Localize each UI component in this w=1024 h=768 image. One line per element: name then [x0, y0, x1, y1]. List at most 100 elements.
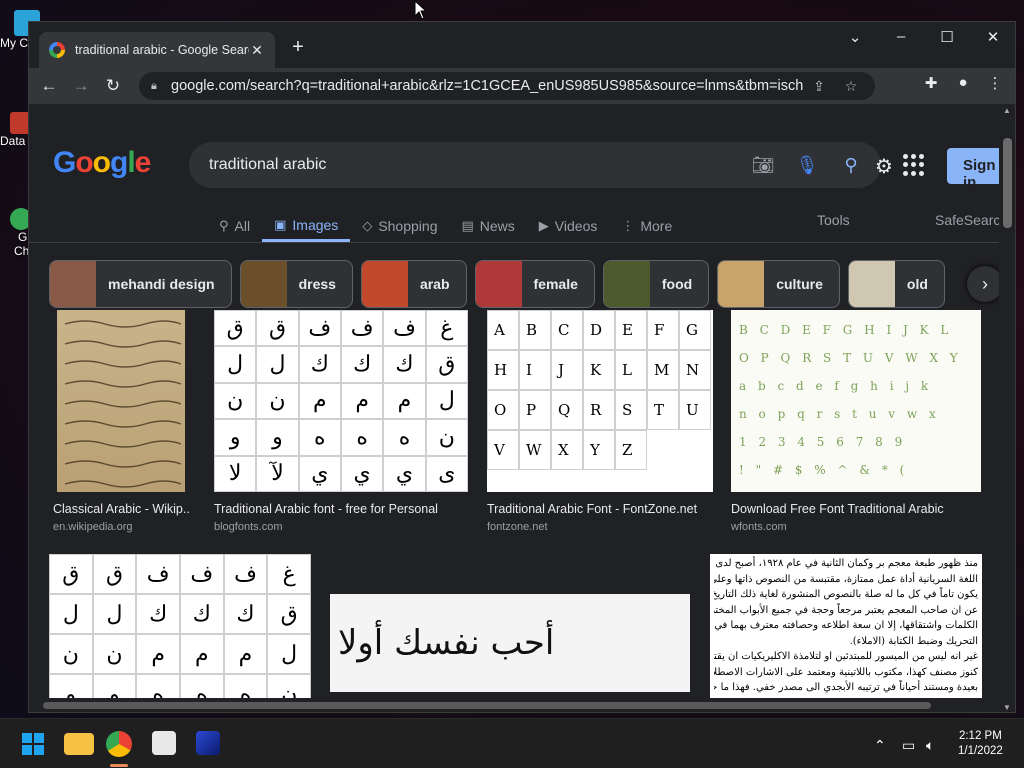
chip-mehandi-design[interactable]: mehandi design — [49, 260, 232, 308]
network-icon[interactable]: ▭ — [902, 737, 915, 754]
mouse-cursor-icon — [414, 0, 428, 20]
vertical-scrollbar[interactable]: ▲ ▼ — [999, 104, 1015, 712]
safesearch-button[interactable]: SafeSearch — [935, 212, 1001, 228]
tab-label: News — [479, 218, 515, 234]
reload-icon[interactable]: ↻ — [97, 76, 129, 96]
tab-news[interactable]: ▤ News — [449, 210, 526, 242]
glyph-cell: ق — [92, 554, 137, 594]
back-arrow-icon[interactable]: ← — [33, 76, 65, 96]
glyph-cell: ل — [267, 634, 311, 674]
tab-videos[interactable]: ▶ Videos — [527, 210, 610, 242]
glyph-cell: ه — [383, 419, 426, 456]
font-sample-row: O P Q R S T U V W X Y — [739, 351, 962, 365]
search-box[interactable]: traditional arabic 📷︎ 🎙︎ ⚲ — [189, 142, 881, 188]
newspaper-line: كنوز مصنف كهذا، مكتوب باللاتينية ومعتمد … — [714, 666, 978, 678]
extensions-puzzle-icon[interactable]: ✚ — [915, 74, 947, 92]
chevron-right-icon[interactable]: › — [967, 266, 1001, 302]
share-icon[interactable]: ⇪ — [803, 78, 835, 95]
scroll-up-icon[interactable]: ▲ — [1003, 106, 1011, 115]
scrollbar-thumb[interactable] — [43, 702, 931, 709]
chip-arab[interactable]: arab — [360, 260, 467, 308]
chip-thumbnail — [240, 261, 287, 307]
letter-cell: C — [551, 310, 583, 350]
result-card[interactable]: ABCDEFG HIJKLMN OPQRSTU VWXYZ Traditional A… — [487, 310, 713, 533]
maximize-button[interactable]: ☐ — [929, 28, 965, 46]
scroll-down-icon[interactable]: ▼ — [1003, 703, 1011, 712]
result-card[interactable]: ق ق ف ف ف غ ل ل ك ك ك ق ن ن م م م ل و و ه ه ه ن لا لآ ي ي ي ى Traditi… — [214, 310, 468, 533]
letter-cell: G — [679, 310, 711, 350]
logo-letter: g — [110, 146, 128, 179]
camera-lens-icon[interactable]: 📷︎ — [741, 155, 785, 176]
store-icon[interactable] — [152, 731, 176, 755]
letter-cell: W — [519, 430, 551, 470]
tools-button[interactable]: Tools — [817, 212, 850, 228]
tab-shopping[interactable]: ◇ Shopping — [350, 210, 449, 242]
tab-close-icon[interactable]: ✕ — [249, 42, 265, 59]
logo-letter: e — [134, 146, 152, 179]
sign-in-button[interactable]: Sign in — [947, 148, 1001, 191]
horizontal-scrollbar[interactable] — [29, 698, 1001, 712]
taskbar: ⌃ ▭ 🔈︎ 2:12 PM 1/1/2022 — [0, 718, 1024, 768]
result-title[interactable]: Download Free Font Traditional Arabic — [731, 502, 981, 516]
glyph-cell: ن — [256, 382, 299, 420]
scrollbar-thumb[interactable] — [1003, 138, 1012, 228]
chip-label: culture — [776, 276, 823, 292]
chip-food[interactable]: food — [602, 260, 710, 308]
font-sample-row: B C D E F G H I J K L — [739, 323, 953, 337]
glyph-cell: م — [298, 382, 341, 420]
result-image-glyph-grid: ق ق ف ف ف غ ل ل ك ك ك ق ن ن م م م ل و و ه ه ه ن لا لآ ي ي ي ى — [214, 310, 468, 492]
result-title[interactable]: Classical Arabic - Wikip... — [53, 502, 189, 516]
app-icon[interactable] — [196, 731, 220, 755]
tab-more[interactable]: ⋮ More — [609, 210, 684, 242]
glyph-cell: ق — [49, 554, 93, 594]
chip-thumbnail — [475, 261, 522, 307]
chip-thumbnail — [603, 261, 650, 307]
glyph-cell: ل — [92, 594, 137, 634]
browser-tab[interactable]: traditional arabic - Google Search ✕ — [39, 32, 275, 68]
minimize-button[interactable]: – — [883, 28, 919, 45]
glyph-cell: ق — [256, 310, 299, 347]
search-query-input[interactable]: traditional arabic — [209, 156, 741, 174]
chrome-taskbar-icon[interactable] — [106, 731, 132, 757]
result-card[interactable]: Classical Arabic - Wikip... en.wikipedia… — [53, 310, 189, 533]
tab-all[interactable]: ⚲ All — [207, 210, 262, 242]
volume-icon[interactable]: 🔈︎ — [926, 737, 934, 754]
chip-label: arab — [419, 276, 450, 292]
result-card[interactable]: منذ ظهور طبعة معجم بر وكمان الثانية في ع… — [710, 554, 982, 712]
google-apps-icon[interactable] — [903, 154, 925, 176]
result-title[interactable]: Traditional Arabic Font - FontZone.net — [487, 502, 713, 516]
microphone-icon[interactable]: 🎙︎ — [785, 155, 829, 176]
chip-dress[interactable]: dress — [239, 260, 353, 308]
glyph-cell: ق — [425, 346, 468, 383]
result-card[interactable]: B C D E F G H I J K L O P Q R S T U V W X… — [731, 310, 981, 533]
chip-female[interactable]: female — [474, 260, 595, 308]
newspaper-line: التحريك وضبط الكتابة (الاملاء). — [849, 635, 978, 647]
result-card[interactable]: أحب نفسك أولا — [330, 594, 690, 692]
address-bar[interactable]: 🔒︎ google.com/search?q=traditional+arabi… — [139, 72, 875, 100]
file-explorer-icon[interactable] — [64, 733, 94, 755]
bookmark-star-icon[interactable]: ☆ — [835, 78, 867, 95]
letter-cell: D — [583, 310, 615, 350]
clock[interactable]: 2:12 PM 1/1/2022 — [958, 729, 1003, 759]
result-title[interactable]: Traditional Arabic font - free for Perso… — [214, 502, 468, 516]
search-icon[interactable]: ⚲ — [829, 155, 873, 176]
glyph-cell: ي — [298, 455, 341, 492]
profile-avatar-icon[interactable]: ● — [947, 74, 979, 92]
google-logo[interactable]: Google — [53, 146, 152, 180]
windows-start-icon[interactable] — [18, 729, 48, 759]
letter-cell: E — [615, 310, 647, 350]
settings-gear-icon[interactable]: ⚙ — [875, 154, 893, 179]
close-window-button[interactable]: ✕ — [975, 28, 1011, 46]
chip-culture[interactable]: culture — [717, 260, 840, 308]
chip-thumbnail — [848, 261, 895, 307]
glyph-cell: م — [383, 382, 426, 420]
glyph-cell: ق — [214, 310, 257, 347]
chip-old[interactable]: old — [847, 260, 945, 308]
menu-kebab-icon[interactable]: ⋮ — [979, 74, 1011, 92]
chevron-up-icon[interactable]: ⌃ — [874, 737, 886, 754]
forward-arrow-icon[interactable]: → — [65, 76, 97, 96]
result-card[interactable]: ققفففغللكككقننممملووهههنلالآيييى — [49, 554, 311, 712]
tab-search-dropdown-icon[interactable]: ⌄ — [837, 28, 873, 46]
tab-images[interactable]: ▣ Images — [262, 210, 351, 242]
new-tab-button[interactable]: + — [287, 36, 309, 58]
